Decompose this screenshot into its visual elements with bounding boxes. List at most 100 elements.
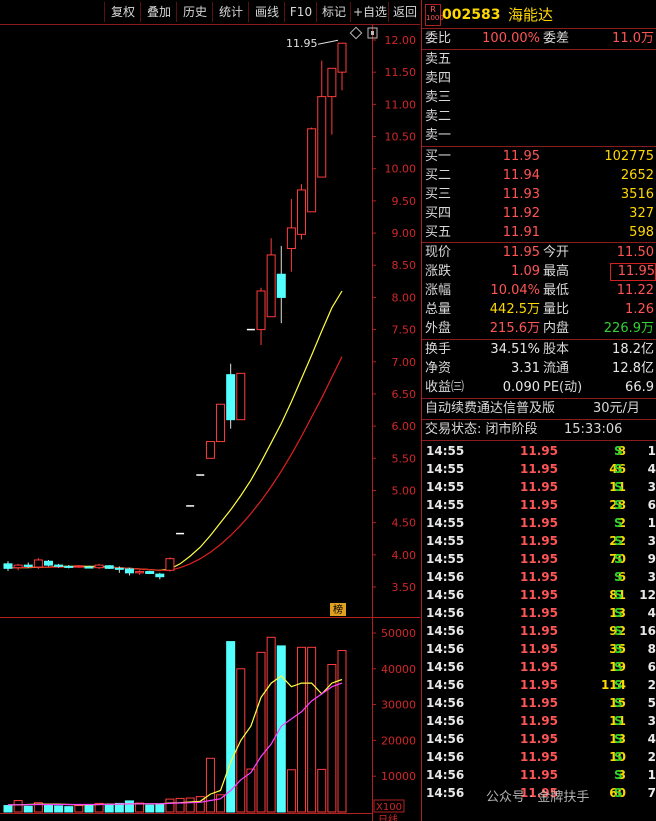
- candle-body: [33, 559, 43, 568]
- price-tick-label: 8.00: [392, 291, 417, 304]
- guben-value: 18.2亿: [612, 342, 654, 357]
- tick-price: 11.95: [520, 516, 558, 530]
- kline-chart[interactable]: 12.00 11.50 11.00 10.50 10.00 9.50 9.00 8.50 8.0…: [0, 0, 420, 821]
- quote-row: 涨跌 1.09 最高 11.95: [422, 263, 656, 281]
- tick-row[interactable]: 14:55 11.95 8 S 1: [422, 442, 656, 460]
- xianjia-value: 11.95: [502, 245, 540, 260]
- bid-row[interactable]: 买三 11.93 3516: [422, 186, 656, 204]
- bid-price: 11.93: [502, 187, 540, 202]
- tick-row[interactable]: 14:56 11.95 15 S 5: [422, 694, 656, 712]
- promo-text[interactable]: 自动续费通达信普及版: [425, 400, 555, 418]
- bid-row[interactable]: 买一 11.95 102775: [422, 148, 656, 166]
- tick-row[interactable]: 14:55 11.95 2 S 1: [422, 514, 656, 532]
- weicha-value: 11.0万: [612, 31, 654, 46]
- tick-price: 11.95: [520, 552, 558, 566]
- tick-time: 14:56: [426, 570, 465, 584]
- tick-row[interactable]: 14:56 11.95 81 S 12: [422, 586, 656, 604]
- stock-name: 海能达: [508, 6, 554, 24]
- tick-count: 6: [647, 498, 656, 512]
- price-tick-label: 8.50: [392, 259, 417, 272]
- tick-count: 2: [647, 750, 656, 764]
- tick-time: 14:55: [426, 480, 465, 494]
- tick-row[interactable]: 14:56 11.95 13 S 4: [422, 730, 656, 748]
- ask-row[interactable]: 卖三: [422, 89, 656, 107]
- toolbar-button-7[interactable]: +自选: [350, 2, 389, 22]
- toolbar-button-6[interactable]: 标记: [316, 2, 351, 22]
- tick-side: S: [614, 516, 623, 530]
- tick-count: 12: [639, 588, 656, 602]
- weibi-row: 委比 100.00% 委差 11.0万: [422, 30, 656, 48]
- promo-row[interactable]: 自动续费通达信普及版 30元/月: [422, 400, 656, 418]
- toolbar-button-3[interactable]: 统计: [212, 2, 249, 22]
- tick-row[interactable]: 14:55 11.95 46 S 4: [422, 460, 656, 478]
- tick-time: 14:56: [426, 678, 465, 692]
- waipan-value: 215.6万: [489, 321, 540, 336]
- volume-bar: [317, 768, 327, 813]
- bid-row[interactable]: 买四 11.92 327: [422, 205, 656, 223]
- tick-time: 14:55: [426, 462, 465, 476]
- fund-row: 换手 34.51% 股本 18.2亿: [422, 341, 656, 359]
- xianjia-label: 现价: [425, 245, 452, 260]
- tick-side: S: [614, 606, 623, 620]
- toolbar-button-2[interactable]: 历史: [176, 2, 213, 22]
- tick-row[interactable]: 14:56 11.95 92 S 16: [422, 622, 656, 640]
- tick-count: 3: [647, 534, 656, 548]
- tick-row[interactable]: 14:56 11.95 6 S 3: [422, 568, 656, 586]
- tick-price: 11.95: [520, 660, 558, 674]
- bid-volume: 327: [629, 206, 654, 221]
- toolbar-button-1[interactable]: 叠加: [140, 2, 177, 22]
- bid-row[interactable]: 买五 11.91 598: [422, 224, 656, 242]
- tick-row[interactable]: 14:55 11.95 22 S 3: [422, 532, 656, 550]
- chart-toolbar: 复权 叠加 历史 统计 画线 F10 标记 +自选 返回: [0, 0, 420, 24]
- bid-row[interactable]: 买二 11.94 2652: [422, 167, 656, 185]
- promo-price[interactable]: 30元/月: [593, 400, 640, 418]
- tick-time: 14:55: [426, 534, 465, 548]
- price-tick-label: 11.50: [385, 66, 417, 79]
- volume-bar: [256, 651, 266, 813]
- candle-body: [124, 568, 134, 574]
- tick-row[interactable]: 14:55 11.95 11 S 3: [422, 478, 656, 496]
- zuigao-label: 最高: [543, 264, 570, 279]
- tick-price: 11.95: [520, 462, 558, 476]
- candle-body: [13, 564, 23, 569]
- tick-row[interactable]: 14:56 11.95 3 S 1: [422, 766, 656, 784]
- jingzi-label: 净资: [425, 361, 452, 376]
- price-tick-label: 10.50: [385, 131, 417, 144]
- candle: [236, 372, 246, 421]
- candle-body: [145, 571, 155, 574]
- tick-row[interactable]: 14:56 11.95 35 S 8: [422, 640, 656, 658]
- fund-row: 净资 3.31 流通 12.8亿: [422, 360, 656, 378]
- tick-row[interactable]: 14:55 11.95 70 S 9: [422, 550, 656, 568]
- tick-time: 14:56: [426, 732, 465, 746]
- ask-row[interactable]: 卖四: [422, 70, 656, 88]
- zhangfu-label: 涨幅: [425, 283, 452, 298]
- toolbar-button-4[interactable]: 画线: [248, 2, 285, 22]
- toolbar-button-0[interactable]: 复权: [104, 2, 141, 22]
- tick-row[interactable]: 14:55 11.95 28 S 6: [422, 496, 656, 514]
- tick-row[interactable]: 14:56 11.95 13 S 4: [422, 604, 656, 622]
- candle-body: [327, 67, 337, 98]
- ask-row[interactable]: 卖五: [422, 51, 656, 69]
- zhangdie-value: 1.09: [511, 264, 540, 279]
- tick-row[interactable]: 14:56 11.95 19 S 6: [422, 658, 656, 676]
- toolbar-button-8[interactable]: 返回: [388, 2, 421, 22]
- bid-label: 买四: [425, 206, 452, 221]
- bid-label: 买一: [425, 149, 452, 164]
- candle-body: [43, 560, 53, 566]
- tick-row[interactable]: 14:56 11.95 11 S 3: [422, 712, 656, 730]
- volume-tick-label: 40000: [381, 663, 416, 676]
- tick-price: 11.95: [520, 714, 558, 728]
- tick-row[interactable]: 14:56 11.95 114 S 2: [422, 676, 656, 694]
- divider: [422, 242, 656, 243]
- candle-body: [216, 403, 226, 443]
- ma-line-red: [8, 356, 343, 571]
- ask-row[interactable]: 卖二: [422, 108, 656, 126]
- liangbi-value: 1.26: [625, 302, 654, 317]
- toolbar-button-5[interactable]: F10: [284, 2, 317, 22]
- tick-count: 4: [647, 606, 656, 620]
- bid-volume: 598: [629, 225, 654, 240]
- tick-side: S: [614, 534, 623, 548]
- volume-bar: [297, 646, 307, 813]
- tick-row[interactable]: 14:56 11.95 10 S 2: [422, 748, 656, 766]
- ask-row[interactable]: 卖一: [422, 127, 656, 145]
